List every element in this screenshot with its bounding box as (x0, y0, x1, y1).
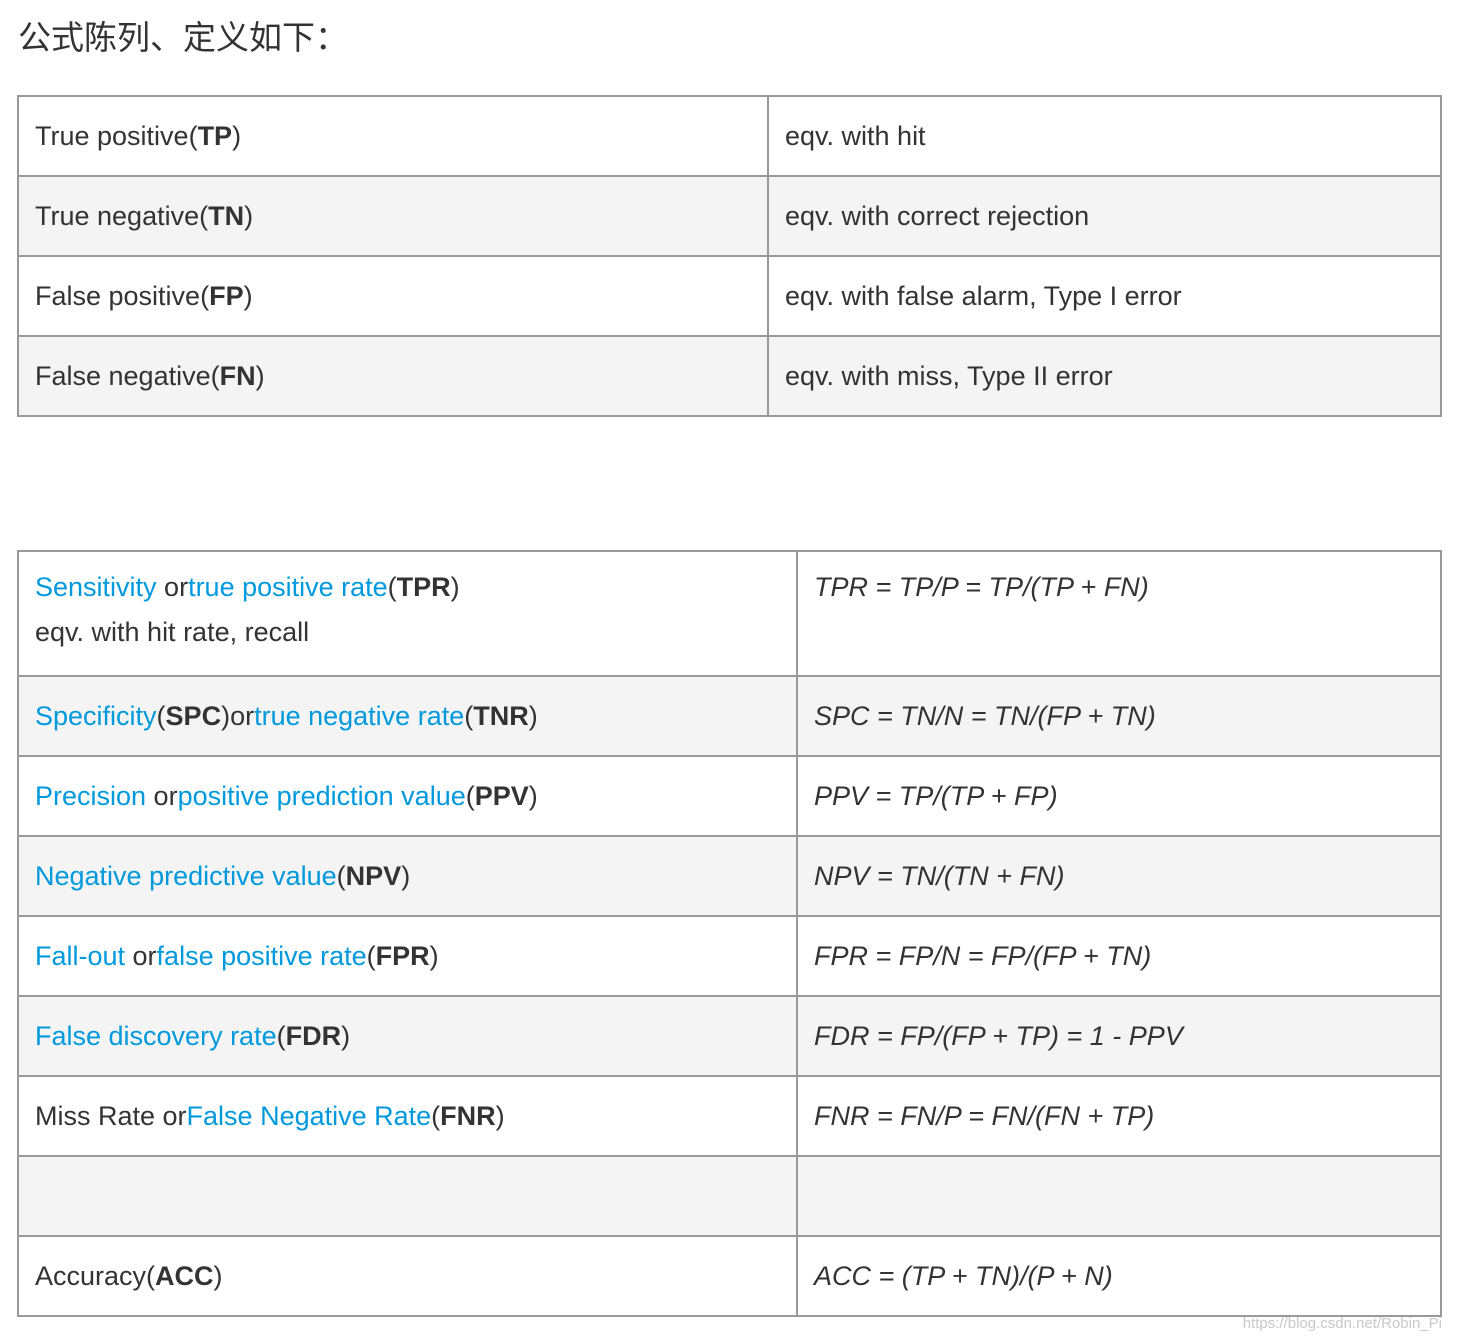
outcome-abbr: TN (208, 200, 245, 231)
outcome-name: False negative (35, 360, 211, 391)
watermark: https://blog.csdn.net/Robin_Pi (1242, 1315, 1442, 1332)
metric-abbr: FPR (375, 940, 430, 971)
metric-term-link[interactable]: False discovery rate (35, 1021, 277, 1051)
outcome-desc: eqv. with correct rejection (785, 200, 1090, 231)
outcome-desc-cell: eqv. with false alarm, Type I error (767, 255, 1442, 337)
metric-formula: TPR = TP/P = TP/(TP + FN) (814, 572, 1149, 602)
metric-note: eqv. with hit rate, recall (35, 617, 310, 647)
metric-abbr: NPV (345, 860, 402, 891)
metric-term-link[interactable]: Negative predictive value (35, 861, 337, 891)
metric-name-cell: Accuracy(ACC) (17, 1235, 798, 1317)
outcome-name: False positive (35, 280, 201, 311)
metric-formula: ACC = (TP + TN)/(P + N) (814, 1260, 1113, 1291)
metric-prefix: Miss Rate or (35, 1100, 187, 1131)
metric-formula-cell: NPV = TN/(TN + FN) (796, 835, 1442, 917)
outcome-desc-cell: eqv. with hit (767, 95, 1442, 177)
metric-connector: or (125, 940, 157, 971)
table-row: True negative(TN) eqv. with correct reje… (17, 175, 1442, 257)
metric-name-cell: Specificity(SPC)ortrue negative rate(TNR… (17, 675, 798, 757)
table-row: Miss Rate orFalse Negative Rate(FNR) FNR… (17, 1075, 1442, 1157)
table-row: Fall-out orfalse positive rate(FPR) FPR … (17, 915, 1442, 997)
outcome-name-cell: False negative(FN) (17, 335, 769, 417)
metric-abbr: TNR (473, 700, 529, 731)
metric-formula-cell: ACC = (TP + TN)/(P + N) (796, 1235, 1442, 1317)
metric-term-link[interactable]: Precision (35, 781, 146, 811)
table-row: False discovery rate(FDR) FDR = FP/(FP +… (17, 995, 1442, 1077)
empty-cell (17, 1155, 798, 1237)
metric-prefix: Accuracy (35, 1260, 147, 1291)
table-row-empty (17, 1155, 1442, 1237)
metric-term-link[interactable]: true positive rate (188, 572, 388, 602)
metrics-formula-table: Sensitivity ortrue positive rate(TPR) eq… (17, 550, 1442, 1317)
metric-abbr: FDR (285, 1020, 342, 1051)
table-row: False negative(FN) eqv. with miss, Type … (17, 335, 1442, 417)
metric-term-link[interactable]: Fall-out (35, 941, 125, 971)
metric-formula: PPV = TP/(TP + FP) (814, 780, 1058, 811)
metric-formula-cell: PPV = TP/(TP + FP) (796, 755, 1442, 837)
outcome-desc-cell: eqv. with miss, Type II error (767, 335, 1442, 417)
table-row: Specificity(SPC)ortrue negative rate(TNR… (17, 675, 1442, 757)
table-row: True positive(TP) eqv. with hit (17, 95, 1442, 177)
metric-formula: NPV = TN/(TN + FN) (814, 860, 1065, 891)
outcome-desc-cell: eqv. with correct rejection (767, 175, 1442, 257)
metric-abbr: FNR (440, 1100, 496, 1131)
outcome-desc: eqv. with hit (785, 120, 926, 151)
metric-name-cell: Negative predictive value(NPV) (17, 835, 798, 917)
metric-formula-cell: FPR = FP/N = FP/(FP + TN) (796, 915, 1442, 997)
metric-name-cell: Sensitivity ortrue positive rate(TPR) eq… (17, 550, 798, 677)
section-heading: 公式陈列、定义如下： (18, 18, 348, 57)
metric-abbr: PPV (474, 780, 529, 811)
outcome-name: True positive (35, 120, 189, 151)
metric-connector: or (146, 780, 178, 811)
metric-abbr: ACC (155, 1260, 214, 1291)
metric-connector: or (156, 572, 189, 602)
metric-formula: FPR = FP/N = FP/(FP + TN) (814, 940, 1152, 971)
metric-formula-cell: FNR = FN/P = FN/(FN + TP) (796, 1075, 1442, 1157)
metric-term-link[interactable]: positive prediction value (178, 781, 466, 811)
metric-formula: FNR = FN/P = FN/(FN + TP) (814, 1100, 1155, 1131)
metric-term-link[interactable]: False Negative Rate (187, 1101, 432, 1131)
metric-term-link[interactable]: false positive rate (157, 941, 367, 971)
metric-name-cell: Fall-out orfalse positive rate(FPR) (17, 915, 798, 997)
metric-formula: FDR = FP/(FP + TP) = 1 - PPV (814, 1020, 1183, 1051)
empty-cell (796, 1155, 1442, 1237)
metric-term-link[interactable]: Specificity (35, 701, 157, 731)
table-row: Precision orpositive prediction value(PP… (17, 755, 1442, 837)
metric-term-link[interactable]: true negative rate (254, 701, 464, 731)
metric-name-cell: Miss Rate orFalse Negative Rate(FNR) (17, 1075, 798, 1157)
metric-name-cell: False discovery rate(FDR) (17, 995, 798, 1077)
outcome-abbr: FP (209, 280, 244, 311)
outcome-name-cell: True positive(TP) (17, 95, 769, 177)
metric-formula: SPC = TN/N = TN/(FP + TN) (814, 700, 1156, 731)
outcome-name-cell: False positive(FP) (17, 255, 769, 337)
metric-abbr: TPR (396, 572, 451, 602)
metric-formula-cell: SPC = TN/N = TN/(FP + TN) (796, 675, 1442, 757)
outcome-abbr: TP (197, 120, 233, 151)
metric-term-link[interactable]: Sensitivity (35, 572, 157, 602)
outcome-name-cell: True negative(TN) (17, 175, 769, 257)
outcome-abbr: FN (219, 360, 256, 391)
outcome-desc: eqv. with miss, Type II error (785, 360, 1113, 391)
table-row: Sensitivity ortrue positive rate(TPR) eq… (17, 550, 1442, 677)
metric-name-cell: Precision orpositive prediction value(PP… (17, 755, 798, 837)
metric-formula-cell: TPR = TP/P = TP/(TP + FN) (796, 550, 1442, 677)
outcome-desc: eqv. with false alarm, Type I error (785, 280, 1182, 311)
metric-formula-cell: FDR = FP/(FP + TP) = 1 - PPV (796, 995, 1442, 1077)
table-row: False positive(FP) eqv. with false alarm… (17, 255, 1442, 337)
table-row: Negative predictive value(NPV) NPV = TN/… (17, 835, 1442, 917)
metric-abbr: SPC (165, 700, 222, 731)
metric-connector: or (230, 700, 255, 731)
outcome-definitions-table: True positive(TP) eqv. with hit True neg… (17, 95, 1442, 417)
table-row: Accuracy(ACC) ACC = (TP + TN)/(P + N) (17, 1235, 1442, 1317)
outcome-name: True negative (35, 200, 200, 231)
